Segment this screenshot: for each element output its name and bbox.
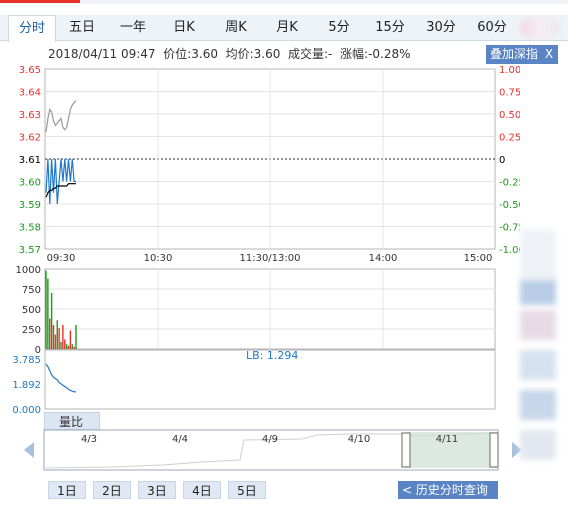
price-tick-label: 3.58 <box>19 223 41 234</box>
navigator-left-arrow-icon[interactable] <box>24 442 34 458</box>
volume-ratio-tick-label: 1.892 <box>12 380 41 391</box>
range-4d-button[interactable]: 4日 <box>183 481 221 499</box>
tab-weekly-k[interactable]: 周K <box>216 15 256 41</box>
percent-tick-label: 0.25% <box>499 133 520 144</box>
range-1d-button[interactable]: 1日 <box>48 481 86 499</box>
quote-average: 均价:3.60 <box>225 47 281 61</box>
tab-15min[interactable]: 15分 <box>370 15 410 41</box>
side-panel-block <box>520 430 556 460</box>
percent-tick-label: -1.00% <box>499 245 520 256</box>
range-3d-button[interactable]: 3日 <box>138 481 176 499</box>
tab-five-day[interactable]: 五日 <box>62 15 102 41</box>
percent-tick-label: 0 <box>499 155 505 166</box>
side-panel <box>520 230 568 490</box>
history-query-button[interactable]: < 历史分时查询 <box>398 481 498 499</box>
percent-axis-right: 1.00% 0.75% 0.50% 0.25% 0 -0.25% -0.50% -0.75% -… <box>499 65 520 256</box>
volume-bars <box>45 270 77 349</box>
price-tick-label: 3.63 <box>19 110 41 121</box>
percent-tick-label: -0.75% <box>499 223 520 234</box>
side-panel-block <box>520 230 556 280</box>
tab-intraday[interactable]: 分时 <box>8 15 56 42</box>
tab-30min[interactable]: 30分 <box>421 15 461 41</box>
side-panel-block <box>520 280 556 305</box>
tab-one-year[interactable]: 一年 <box>113 15 153 41</box>
navigator-date-label: 4/10 <box>348 434 370 445</box>
intraday-chart: 3.65 3.64 3.63 3.62 3.61 3.60 3.59 3.58 3.57 1.0… <box>12 65 520 416</box>
price-tick-label: 3.59 <box>19 200 41 211</box>
navigator-date-label: 4/9 <box>262 434 278 445</box>
time-tick-label: 09:30 <box>47 253 76 264</box>
quote-price: 价位:3.60 <box>163 47 218 61</box>
avatar[interactable] <box>520 17 560 39</box>
volume-tick-label: 750 <box>22 285 41 296</box>
price-tick-label: 3.64 <box>19 88 41 99</box>
quote-datetime: 2018/04/11 09:47 <box>48 47 156 61</box>
time-tick-label: 15:00 <box>464 253 493 264</box>
price-series <box>45 100 77 205</box>
price-axis-left: 3.65 3.64 3.63 3.62 3.61 3.60 3.59 3.58 3.57 <box>19 65 41 256</box>
tab-60min[interactable]: 60分 <box>472 15 512 41</box>
price-tick-label: 3.57 <box>19 245 41 256</box>
range-2d-button[interactable]: 2日 <box>93 481 131 499</box>
volume-ratio-series <box>45 363 77 393</box>
date-navigator[interactable]: 4/3 4/4 4/9 4/10 4/11 <box>22 428 522 474</box>
time-axis: 09:30 10:30 11:30/13:00 14:00 15:00 <box>47 253 493 264</box>
percent-tick-label: -0.25% <box>499 178 520 189</box>
side-panel-block <box>520 350 556 380</box>
time-tick-label: 11:30/13:00 <box>239 253 300 264</box>
time-tick-label: 10:30 <box>144 253 173 264</box>
volume-tick-label: 250 <box>22 325 41 336</box>
percent-tick-label: 1.00% <box>499 65 520 76</box>
navigator-date-label: 4/3 <box>81 434 97 445</box>
side-panel-block <box>520 310 556 340</box>
volume-ratio-label: LB: 1.294 <box>246 349 298 362</box>
price-tick-label: 3.62 <box>19 133 41 144</box>
price-tick-label: 3.65 <box>19 65 41 76</box>
navigator-handle-left[interactable] <box>401 432 411 468</box>
price-tick-label: 3.60 <box>19 178 41 189</box>
period-tabs: 分时 五日 一年 日K 周K 月K 5分 15分 30分 60分 <box>0 15 568 42</box>
quote-change: 涨幅:-0.28% <box>340 47 411 61</box>
navigator-handle-right[interactable] <box>489 432 499 468</box>
volume-ratio-line <box>45 363 77 393</box>
top-progress-bar <box>0 0 568 4</box>
navigator-date-label: 4/11 <box>436 434 458 445</box>
volume-axis: 10007505002500 <box>16 265 41 356</box>
percent-tick-label: 0.50% <box>499 110 520 121</box>
volume-ratio-tick-label: 0.000 <box>12 405 41 416</box>
tab-daily-k[interactable]: 日K <box>164 15 204 41</box>
percent-tick-label: 0.75% <box>499 88 520 99</box>
volume-ratio-axis: 3.785 1.892 0.000 <box>12 355 41 416</box>
overlay-index-label: 叠加深指 <box>490 47 539 61</box>
volume-grid <box>44 268 496 350</box>
price-grid <box>44 68 496 250</box>
price-tick-label: 3.61 <box>19 155 41 166</box>
navigator-date-label: 4/4 <box>172 434 188 445</box>
close-icon[interactable]: X <box>543 45 555 64</box>
side-panel-block <box>520 390 556 420</box>
volume-tick-label: 500 <box>22 305 41 316</box>
quote-volume: 成交量:- <box>288 47 333 61</box>
time-tick-label: 14:00 <box>369 253 398 264</box>
tab-5min[interactable]: 5分 <box>319 15 359 41</box>
index-line <box>45 100 77 133</box>
percent-tick-label: -0.50% <box>499 200 520 211</box>
volume-ratio-tick-label: 3.785 <box>12 355 41 366</box>
tab-monthly-k[interactable]: 月K <box>267 15 307 41</box>
range-5d-button[interactable]: 5日 <box>228 481 266 499</box>
top-progress-fill <box>0 0 80 3</box>
volume-tick-label: 1000 <box>16 265 41 276</box>
